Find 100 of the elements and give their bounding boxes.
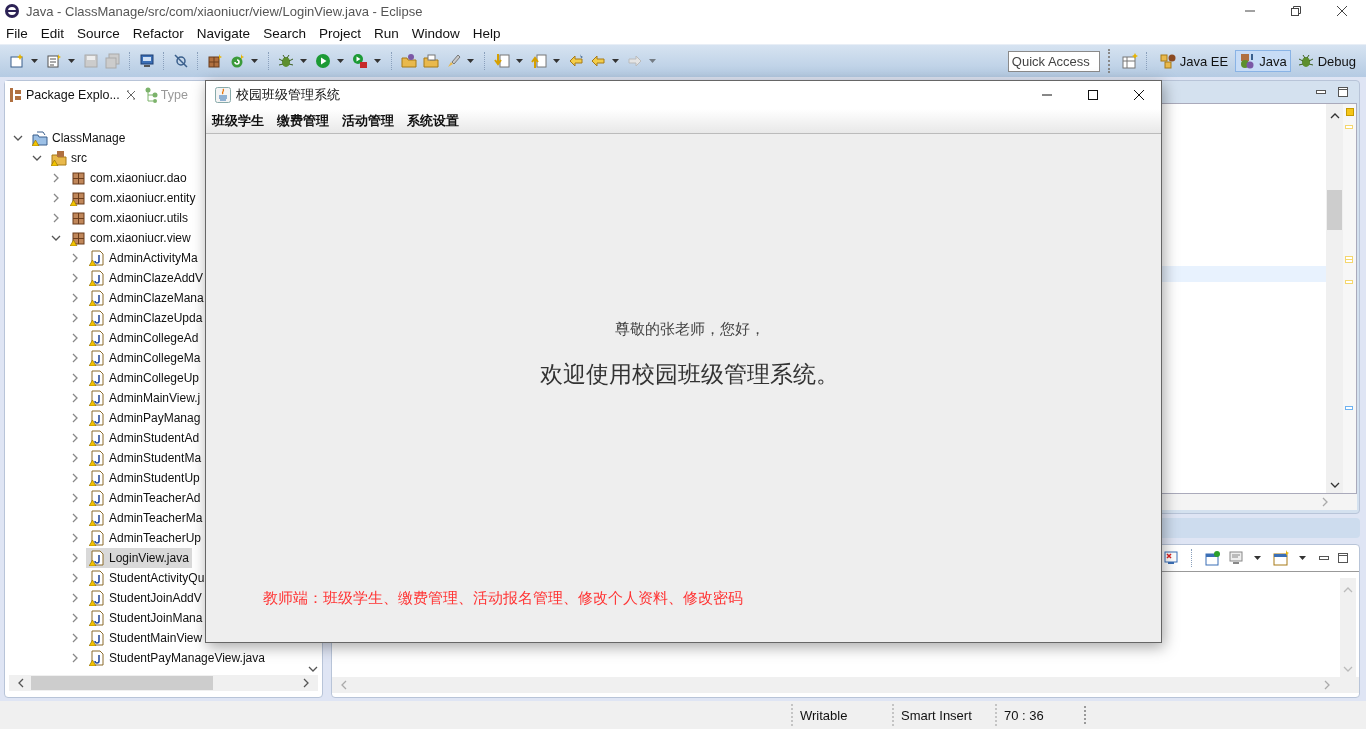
tree-item[interactable]: ClassManage [29,128,129,148]
folder-icon[interactable] [423,53,439,69]
caret-icon[interactable] [299,58,308,64]
menu-item[interactable]: Search [263,25,306,41]
collapse-icon[interactable] [32,153,42,163]
bug-icon[interactable] [278,53,294,69]
new-icon[interactable] [9,53,25,69]
tree-item[interactable]: AdminActivityMa [86,248,201,268]
tree-item[interactable]: StudentPayManageView.java [86,648,268,668]
expand-icon[interactable] [70,393,80,403]
caret-icon[interactable] [611,58,620,64]
caret-icon[interactable] [515,58,524,64]
caret-icon[interactable] [1253,555,1262,561]
remove-launch-icon[interactable] [1163,550,1179,566]
expand-icon[interactable] [51,213,61,223]
tree-item[interactable]: AdminCollegeMa [86,348,204,368]
menu-item[interactable]: Refactor [132,25,184,41]
tree-item[interactable]: AdminTeacherAd [86,488,204,508]
tree-item[interactable]: StudentMainView [86,628,206,648]
scroll-left-icon[interactable] [17,678,25,688]
menu-item[interactable]: Window [411,25,460,41]
tree-item[interactable]: src [48,148,90,168]
next-annotation-icon[interactable] [494,53,510,69]
tree-item[interactable]: AdminPayManag [86,408,204,428]
caret-icon[interactable] [336,58,345,64]
tree-item[interactable]: AdminClazeUpda [86,308,206,328]
tree-item[interactable]: StudentActivityQu [86,568,208,588]
menu-item[interactable]: Edit [40,25,65,41]
expand-icon[interactable] [70,253,80,263]
expand-icon[interactable] [70,413,80,423]
open-perspective-icon[interactable] [1121,53,1138,69]
menu-item[interactable]: File [6,25,28,41]
expand-icon[interactable] [51,173,61,183]
expand-icon[interactable] [70,613,80,623]
collapse-icon[interactable] [51,233,61,243]
caret-icon[interactable] [373,58,382,64]
pin-icon[interactable] [1205,550,1221,566]
tree-item[interactable]: com.xiaoniucr.utils [67,208,192,228]
tree-item[interactable]: StudentJoinMana [86,608,206,628]
previous-annotation-icon[interactable] [531,53,547,69]
menu-item[interactable]: 缴费管理 [277,112,329,130]
tree-item[interactable]: AdminClazeAddV [86,268,207,288]
expand-icon[interactable] [70,373,80,383]
tree-item[interactable]: com.xiaoniucr.dao [67,168,190,188]
expand-icon[interactable] [70,553,80,563]
new-wizard-icon[interactable] [46,53,62,69]
expand-icon[interactable] [70,533,80,543]
maximize-icon[interactable] [1087,89,1099,101]
perspective-button[interactable]: Java [1235,50,1291,72]
scroll-down-icon[interactable] [308,665,318,673]
tree-item[interactable]: AdminStudentUp [86,468,203,488]
back-arrow-icon[interactable] [590,53,606,69]
refresh-icon[interactable] [229,53,245,69]
expand-icon[interactable] [70,653,80,663]
caret-icon[interactable] [552,58,561,64]
tree-item[interactable]: com.xiaoniucr.view [67,228,194,248]
caret-icon[interactable] [466,58,475,64]
expand-icon[interactable] [70,353,80,363]
perspective-button[interactable]: Debug [1293,50,1360,72]
menu-item[interactable]: Help [472,25,501,41]
expand-icon[interactable] [70,273,80,283]
maximize-icon[interactable] [1337,552,1349,564]
scroll-right-icon[interactable] [302,678,310,688]
collapse-icon[interactable] [13,133,23,143]
display-console-icon[interactable] [1228,550,1244,566]
close-icon[interactable] [1133,89,1145,101]
tree-item[interactable]: AdminMainView.j [86,388,204,408]
menu-item[interactable]: 活动管理 [342,112,394,130]
menu-item[interactable]: Project [318,25,361,41]
expand-icon[interactable] [70,293,80,303]
monitor-icon[interactable] [139,53,155,69]
tree-item[interactable]: AdminStudentMa [86,448,205,468]
expand-icon[interactable] [70,473,80,483]
scroll-down-icon[interactable] [1329,481,1340,489]
run-icon[interactable] [315,53,331,69]
expand-icon[interactable] [70,313,80,323]
expand-icon[interactable] [70,573,80,583]
caret-icon[interactable] [1298,555,1307,561]
breakpoint-skip-icon[interactable] [173,53,189,69]
caret-icon[interactable] [67,58,76,64]
scrollbar-thumb[interactable] [1327,190,1342,230]
menu-item[interactable]: Navigate [196,25,251,41]
expand-icon[interactable] [70,333,80,343]
expand-icon[interactable] [70,513,80,523]
package-icon[interactable] [207,53,223,69]
expand-icon[interactable] [70,453,80,463]
quick-access-field[interactable]: Quick Access [1007,50,1100,72]
menu-item[interactable]: 班级学生 [212,112,264,130]
restore-icon[interactable] [1290,5,1302,17]
back-edit-icon[interactable] [568,53,584,69]
horizontal-scrollbar[interactable] [9,675,318,691]
expand-icon[interactable] [51,193,61,203]
tree-item[interactable]: StudentJoinAddV [86,588,205,608]
expand-icon[interactable] [70,433,80,443]
view-tab[interactable]: Package Explo... [5,82,140,108]
caret-icon[interactable] [30,58,39,64]
tree-item[interactable]: LoginView.java [86,548,192,568]
tree-item[interactable]: AdminStudentAd [86,428,203,448]
perspective-button[interactable]: Java EE [1155,50,1233,72]
tree-item[interactable]: AdminTeacherUp [86,528,205,548]
